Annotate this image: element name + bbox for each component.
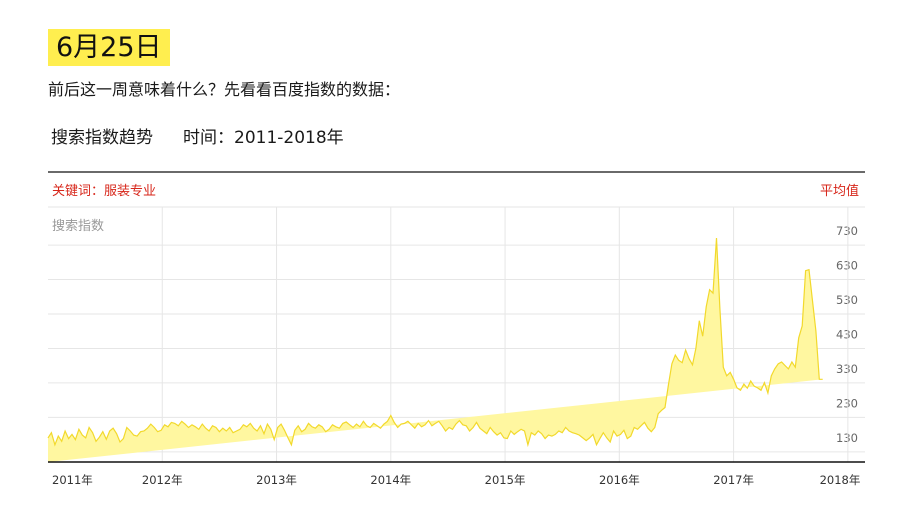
chart-x-tick-label: 2012年 <box>142 473 183 487</box>
chart-x-tick-label: 2011年 <box>52 473 93 487</box>
chart-y-axis-title: 搜索指数 <box>52 219 104 234</box>
chart-legend-label: 平均值 <box>820 183 859 199</box>
chart-y-tick-label: 430 <box>836 327 858 341</box>
chart-y-tick-label: 730 <box>836 224 858 238</box>
chart-x-tick-label: 2017年 <box>713 473 754 487</box>
chart-y-tick-label: 230 <box>836 396 858 410</box>
chart-x-tick-label: 2018年 <box>820 473 861 487</box>
chart-x-tick-label: 2015年 <box>485 473 526 487</box>
chart-x-tick-label: 2016年 <box>599 473 640 487</box>
chart-y-tick-label: 330 <box>836 362 858 376</box>
chart-y-tick-label: 630 <box>836 259 858 273</box>
chart-x-tick-label: 2014年 <box>370 473 411 487</box>
chart-y-tick-label: 130 <box>836 431 858 445</box>
chart-y-tick-label: 530 <box>836 293 858 307</box>
chart-x-tick-label: 2013年 <box>256 473 297 487</box>
chart-keyword-label: 关键词：服装专业 <box>52 184 156 199</box>
chart-area-fill <box>48 238 823 462</box>
search-index-chart: 关键词：服装专业 平均值搜索指数 130 230 330 430 530 630 730 2011… <box>47 171 865 487</box>
